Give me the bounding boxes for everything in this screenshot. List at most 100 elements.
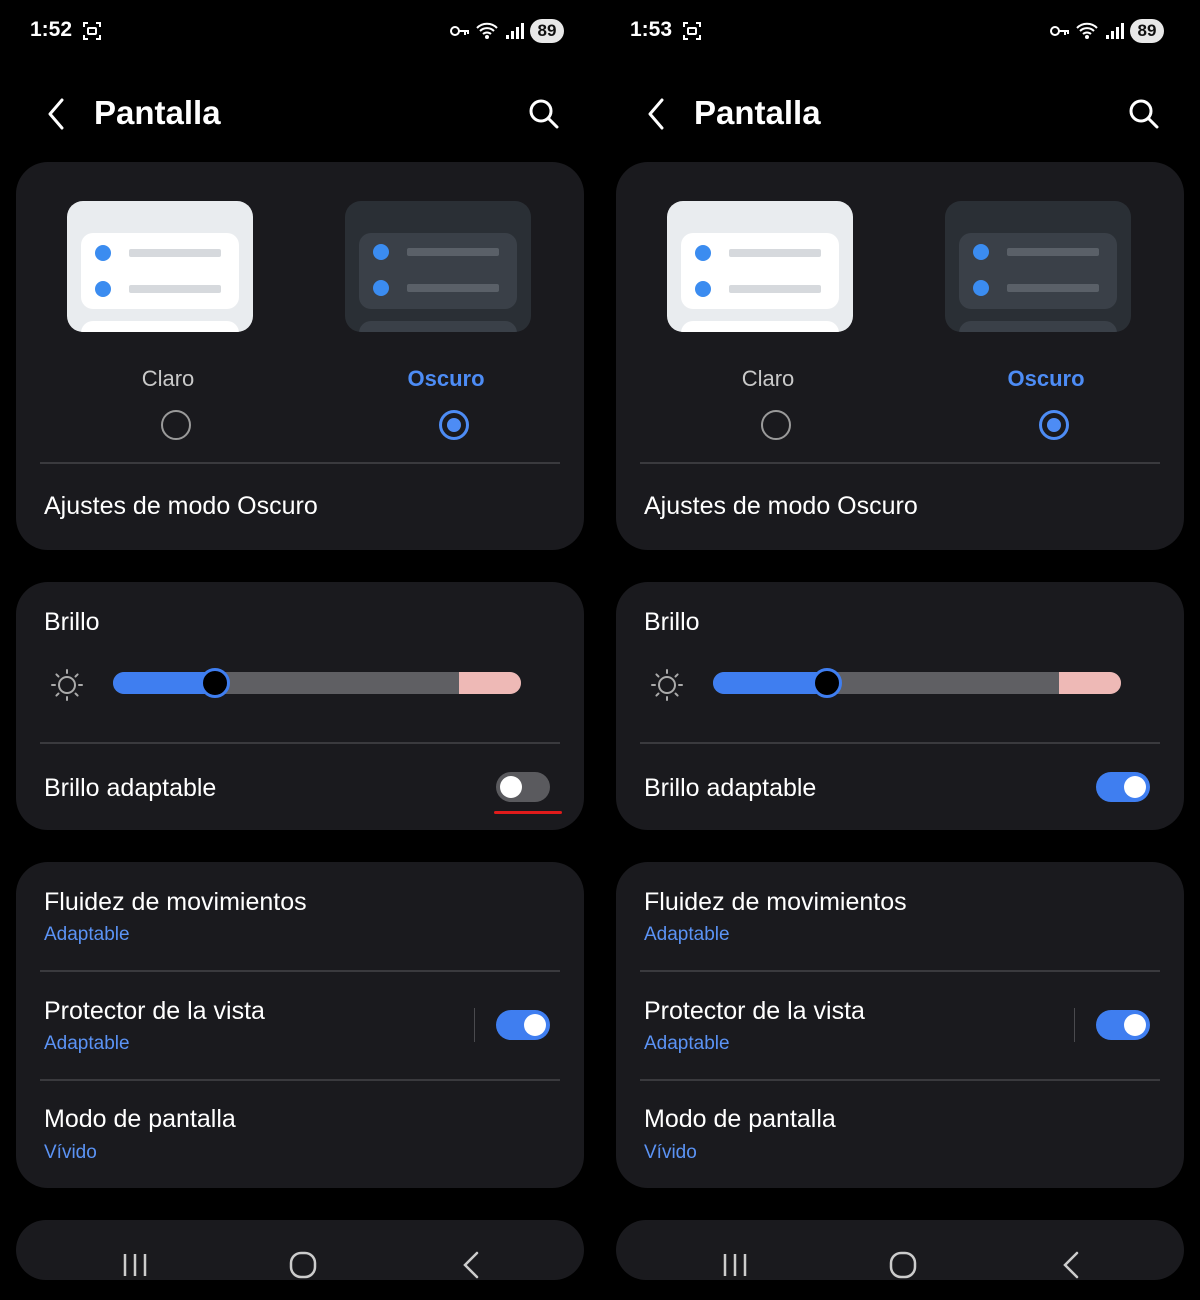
slider-thumb[interactable] bbox=[812, 668, 842, 698]
slider-thumb[interactable] bbox=[200, 668, 230, 698]
app-header: Pantalla bbox=[0, 82, 600, 146]
divider bbox=[640, 462, 1160, 464]
dark-mode-settings-link[interactable]: Ajustes de modo Oscuro bbox=[44, 492, 318, 521]
slider-track bbox=[713, 672, 1121, 694]
display-options-card: Fluidez de movimientos Adaptable Protect… bbox=[16, 862, 584, 1188]
adaptive-brightness-label: Brillo adaptable bbox=[644, 774, 817, 802]
search-icon bbox=[529, 99, 559, 129]
home-icon bbox=[889, 1251, 917, 1279]
radio-dark[interactable] bbox=[1039, 410, 1069, 440]
divider bbox=[40, 1079, 560, 1081]
home-button[interactable] bbox=[283, 1248, 323, 1282]
highlight-underline bbox=[494, 811, 562, 814]
theme-option-dark[interactable]: Oscuro bbox=[326, 162, 566, 462]
radio-dark[interactable] bbox=[439, 410, 469, 440]
chevron-left-icon bbox=[48, 98, 64, 130]
wifi-icon bbox=[1076, 22, 1098, 39]
battery-indicator: 89 bbox=[1130, 19, 1164, 43]
vpn-key-icon bbox=[1050, 26, 1069, 36]
brightness-slider[interactable] bbox=[113, 668, 521, 698]
search-icon bbox=[1129, 99, 1159, 129]
theme-card: Claro Oscuro Ajustes de modo Oscuro bbox=[16, 162, 584, 550]
brightness-slider[interactable] bbox=[713, 668, 1121, 698]
recent-apps-button[interactable] bbox=[115, 1248, 155, 1282]
nav-back-button[interactable] bbox=[451, 1248, 491, 1282]
signal-icon bbox=[506, 23, 524, 39]
slider-fill bbox=[713, 672, 827, 694]
theme-label-light: Claro bbox=[141, 366, 195, 391]
eye-comfort-value: Adaptable bbox=[644, 1033, 730, 1054]
search-button[interactable] bbox=[524, 94, 564, 134]
motion-smoothness-value: Adaptable bbox=[44, 924, 130, 945]
status-bar: 1:53 89 bbox=[600, 0, 1200, 62]
back-arrow-icon bbox=[463, 1251, 479, 1279]
theme-option-dark[interactable]: Oscuro bbox=[926, 162, 1166, 462]
screenshot-icon bbox=[83, 22, 101, 40]
divider bbox=[640, 970, 1160, 972]
eye-comfort-title: Protector de la vista bbox=[44, 997, 265, 1025]
app-header: Pantalla bbox=[600, 82, 1200, 146]
phone-screen-after: 1:53 89 Pantalla Claro Oscuro Ajustes de… bbox=[600, 0, 1200, 1300]
home-icon bbox=[289, 1251, 317, 1279]
vertical-separator bbox=[1074, 1008, 1075, 1042]
recent-apps-button[interactable] bbox=[715, 1248, 755, 1282]
theme-label-dark: Oscuro bbox=[1007, 366, 1085, 391]
motion-smoothness-title: Fluidez de movimientos bbox=[44, 888, 307, 916]
slider-extra-brightness bbox=[459, 672, 521, 694]
screen-mode-value: Vívido bbox=[44, 1142, 97, 1163]
screen-mode-title: Modo de pantalla bbox=[44, 1105, 236, 1133]
theme-option-light[interactable]: Claro bbox=[648, 162, 888, 462]
nav-back-button[interactable] bbox=[1051, 1248, 1091, 1282]
theme-option-light[interactable]: Claro bbox=[48, 162, 288, 462]
vertical-separator bbox=[474, 1008, 475, 1042]
brightness-card: Brillo Brillo adaptable bbox=[16, 582, 584, 830]
adaptive-brightness-toggle[interactable] bbox=[1096, 772, 1150, 802]
adaptive-brightness-label: Brillo adaptable bbox=[44, 774, 217, 802]
theme-card: Claro Oscuro Ajustes de modo Oscuro bbox=[616, 162, 1184, 550]
sun-icon bbox=[651, 669, 683, 701]
brightness-title: Brillo bbox=[44, 608, 100, 636]
dark-theme-preview bbox=[945, 201, 1131, 332]
battery-indicator: 89 bbox=[530, 19, 564, 43]
recent-apps-icon bbox=[723, 1254, 747, 1276]
divider bbox=[640, 742, 1160, 744]
slider-track bbox=[113, 672, 521, 694]
eye-comfort-toggle[interactable] bbox=[496, 1010, 550, 1040]
motion-smoothness-value: Adaptable bbox=[644, 924, 730, 945]
back-button[interactable] bbox=[638, 94, 674, 134]
theme-label-light: Claro bbox=[741, 366, 795, 391]
back-button[interactable] bbox=[38, 94, 74, 134]
dark-mode-settings-link[interactable]: Ajustes de modo Oscuro bbox=[644, 492, 918, 521]
recent-apps-icon bbox=[123, 1254, 147, 1276]
screen-mode-value: Vívido bbox=[644, 1142, 697, 1163]
status-time: 1:52 bbox=[30, 18, 73, 41]
eye-comfort-toggle[interactable] bbox=[1096, 1010, 1150, 1040]
brightness-card: Brillo Brillo adaptable bbox=[616, 582, 1184, 830]
dark-theme-preview bbox=[345, 201, 531, 332]
home-button[interactable] bbox=[883, 1248, 923, 1282]
screenshot-icon bbox=[683, 22, 701, 40]
adaptive-brightness-toggle[interactable] bbox=[496, 772, 550, 802]
divider bbox=[640, 1079, 1160, 1081]
light-theme-preview bbox=[667, 201, 853, 332]
radio-light[interactable] bbox=[761, 410, 791, 440]
phone-screen-before: 1:52 89 Pantalla Claro Oscuro Ajustes de… bbox=[0, 0, 600, 1300]
navigation-bar bbox=[0, 1230, 600, 1300]
search-button[interactable] bbox=[1124, 94, 1164, 134]
divider bbox=[40, 742, 560, 744]
light-theme-preview bbox=[67, 201, 253, 332]
theme-label-dark: Oscuro bbox=[407, 366, 485, 391]
page-title: Pantalla bbox=[694, 94, 821, 131]
divider bbox=[40, 970, 560, 972]
status-time: 1:53 bbox=[630, 18, 673, 41]
sun-icon bbox=[51, 669, 83, 701]
signal-icon bbox=[1106, 23, 1124, 39]
screen-mode-title: Modo de pantalla bbox=[644, 1105, 836, 1133]
motion-smoothness-title: Fluidez de movimientos bbox=[644, 888, 907, 916]
eye-comfort-title: Protector de la vista bbox=[644, 997, 865, 1025]
radio-light[interactable] bbox=[161, 410, 191, 440]
display-options-card: Fluidez de movimientos Adaptable Protect… bbox=[616, 862, 1184, 1188]
vpn-key-icon bbox=[450, 26, 469, 36]
wifi-icon bbox=[476, 22, 498, 39]
slider-extra-brightness bbox=[1059, 672, 1121, 694]
